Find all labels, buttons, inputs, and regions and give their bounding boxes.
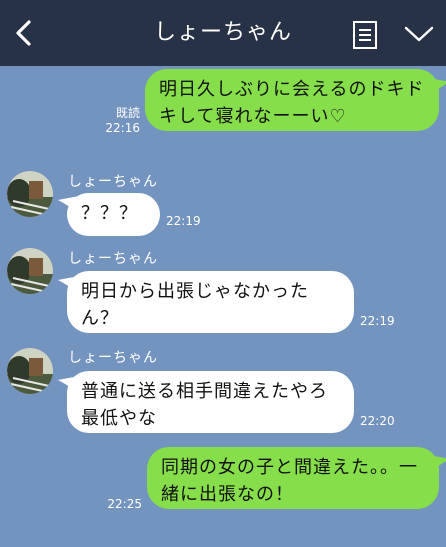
- message-bubble-incoming[interactable]: 明日から出張じゃなかったん？: [67, 271, 354, 333]
- avatar[interactable]: [7, 348, 53, 394]
- sender-name: しょーちゃん: [68, 251, 158, 267]
- chat-title: しょーちゃん: [153, 20, 292, 45]
- message-time: 22:25: [107, 497, 142, 511]
- message-bubble-incoming[interactable]: 普通に送る相手間違えたやろ最低やな: [67, 371, 354, 433]
- message-time: 22:16: [105, 121, 140, 135]
- avatar[interactable]: [7, 171, 53, 217]
- message-time: 22:19: [166, 214, 201, 228]
- message-bubble-outgoing[interactable]: 明日久しぶりに会えるのドキドキして寝れなーーい♡: [145, 69, 439, 131]
- read-label: 既読: [115, 106, 140, 120]
- message-time: 22:19: [360, 314, 395, 328]
- message-bubble-incoming[interactable]: ？？？: [67, 193, 160, 236]
- message-time: 22:20: [360, 414, 395, 428]
- chevron-down-icon[interactable]: [404, 25, 434, 43]
- avatar[interactable]: [7, 248, 53, 294]
- notes-icon[interactable]: [352, 20, 378, 50]
- sender-name: しょーちゃん: [68, 350, 158, 366]
- message-bubble-outgoing[interactable]: 同期の女の子と間違えた。。一緒に出張なの！: [147, 447, 439, 509]
- sender-name: しょーちゃん: [68, 174, 158, 190]
- chat-header: しょーちゃん: [0, 0, 446, 66]
